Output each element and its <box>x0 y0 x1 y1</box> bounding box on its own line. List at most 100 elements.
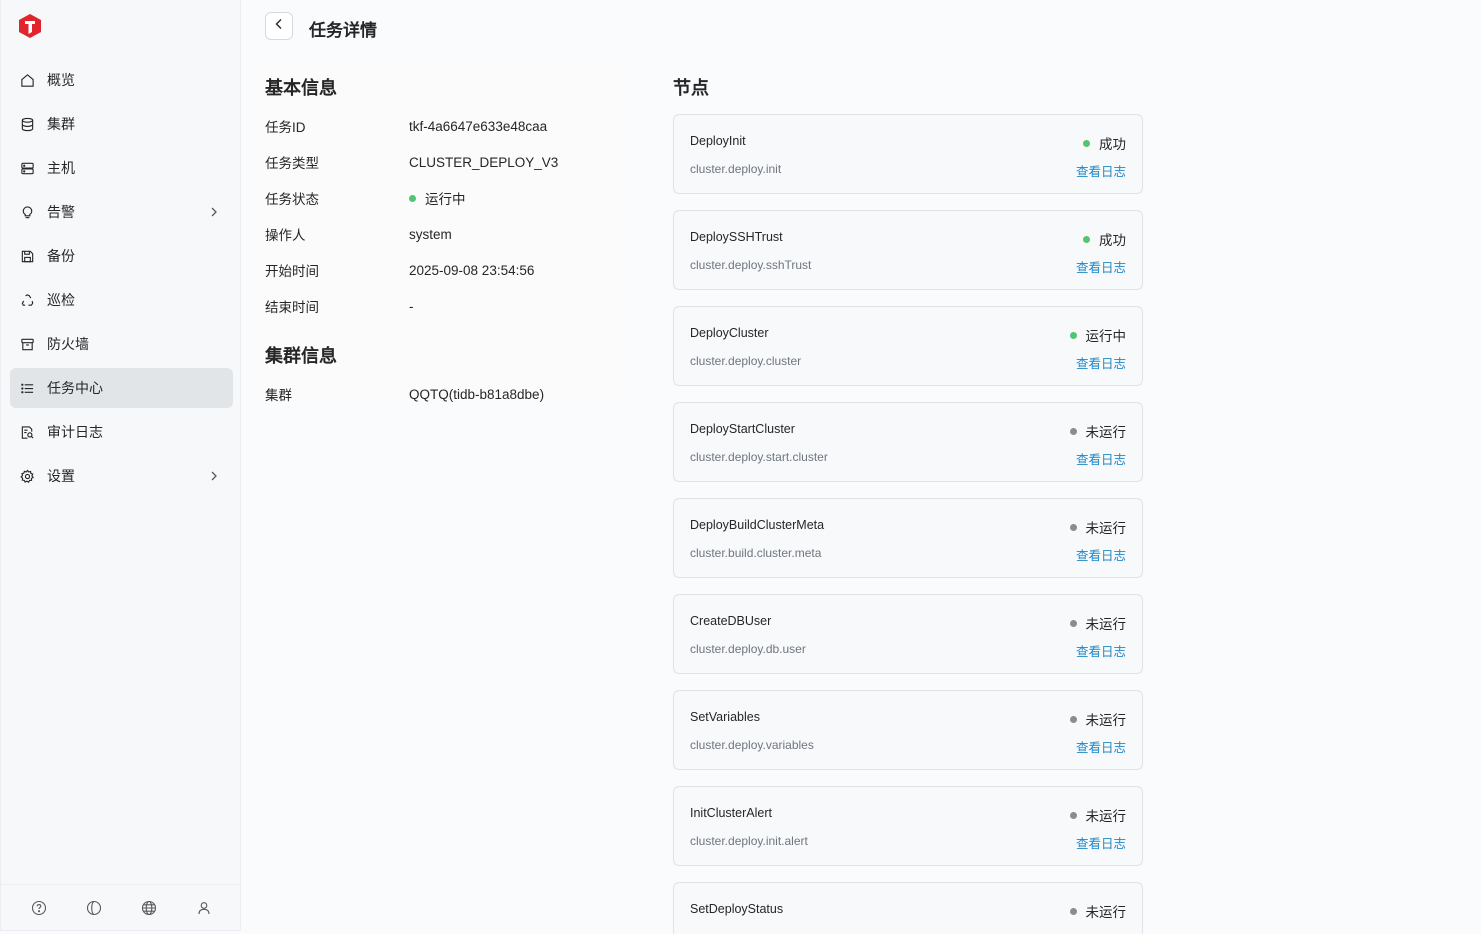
chevron-left-icon <box>272 17 286 36</box>
node-key: cluster.deploy.cluster <box>690 354 802 368</box>
info-value: - <box>409 298 414 314</box>
node-key: cluster.deploy.variables <box>690 738 814 752</box>
node-status: 未运行 <box>1069 709 1126 729</box>
info-label: 任务状态 <box>265 192 319 207</box>
status-dot <box>1069 811 1077 819</box>
sidebar-item-label: 任务中心 <box>47 380 103 396</box>
view-log-link[interactable]: 查看日志 <box>1076 449 1126 468</box>
sidebar-item-inspection[interactable]: 巡检 <box>10 280 233 320</box>
theme-icon[interactable] <box>86 900 102 916</box>
info-row-task-status: 任务状态 运行中 <box>265 188 466 208</box>
cluster-link[interactable]: QQTQ(tidb-b81a8dbe) <box>409 384 544 404</box>
node-status: 运行中 <box>1069 325 1127 345</box>
status-dot <box>409 194 416 202</box>
info-row-end-time: 结束时间 - <box>265 296 414 316</box>
node-card: DeployStartCluster cluster.deploy.start.… <box>673 402 1143 482</box>
sidebar-item-host[interactable]: 主机 <box>10 148 233 188</box>
info-value: CLUSTER_DEPLOY_V3 <box>409 154 559 170</box>
status-text: 运行中 <box>425 192 466 207</box>
info-label: 任务类型 <box>265 156 319 171</box>
sidebar-item-settings[interactable]: 设置 <box>10 456 233 496</box>
sidebar-item-label: 概览 <box>47 72 75 88</box>
sidebar-item-overview[interactable]: 概览 <box>10 60 233 100</box>
sidebar-item-task-center[interactable]: 任务中心 <box>10 368 233 408</box>
page-title: 任务详情 <box>309 21 377 40</box>
info-row-task-id: 任务ID tkf-4a6647e633e48caa <box>265 116 547 136</box>
node-name: DeployStartCluster <box>690 422 795 436</box>
view-log-link[interactable]: 查看日志 <box>1076 257 1126 276</box>
view-log-link[interactable]: 查看日志 <box>1076 353 1126 372</box>
home-icon <box>19 72 35 88</box>
status-dot <box>1069 907 1077 915</box>
sidebar-item-firewall[interactable]: 防火墙 <box>10 324 233 364</box>
status-dot <box>1069 715 1077 723</box>
app-logo[interactable] <box>18 13 42 39</box>
help-icon[interactable] <box>31 900 47 916</box>
info-label: 结束时间 <box>265 300 319 315</box>
status-dot <box>1069 331 1077 339</box>
sidebar-item-label: 巡检 <box>47 292 75 308</box>
status-text: 未运行 <box>1085 905 1127 920</box>
sidebar-item-label: 防火墙 <box>47 336 89 352</box>
node-name: CreateDBUser <box>690 614 772 628</box>
list-icon <box>19 380 35 396</box>
node-card: CreateDBUser cluster.deploy.db.user 未运行 … <box>673 594 1143 674</box>
save-icon <box>19 248 35 264</box>
info-row-start-time: 开始时间 2025-09-08 23:54:56 <box>265 260 534 280</box>
status-text: 未运行 <box>1085 617 1127 632</box>
status-badge: 运行中 <box>409 188 466 208</box>
node-status: 未运行 <box>1069 613 1127 633</box>
back-button[interactable] <box>265 12 293 40</box>
server-icon <box>19 160 35 176</box>
node-status: 未运行 <box>1069 517 1127 537</box>
sidebar-item-label: 集群 <box>47 116 75 132</box>
gear-icon <box>19 468 35 484</box>
globe-icon[interactable] <box>141 900 157 916</box>
sidebar-item-audit-log[interactable]: 审计日志 <box>10 412 233 452</box>
user-icon[interactable] <box>196 900 212 916</box>
node-name: DeploySSHTrust <box>690 230 783 244</box>
sidebar-item-alert[interactable]: 告警 <box>10 192 233 232</box>
sidebar-item-backup[interactable]: 备份 <box>10 236 233 276</box>
status-text: 运行中 <box>1085 329 1127 344</box>
info-label: 操作人 <box>265 228 306 243</box>
chevron-right-icon <box>207 469 221 483</box>
node-card: DeployCluster cluster.deploy.cluster 运行中… <box>673 306 1143 386</box>
view-log-link[interactable]: 查看日志 <box>1076 641 1126 660</box>
view-log-link[interactable]: 查看日志 <box>1076 737 1126 756</box>
node-status: 未运行 <box>1069 901 1127 921</box>
sidebar-footer <box>1 884 241 930</box>
database-icon <box>19 116 35 132</box>
node-key: cluster.deploy.start.cluster <box>690 450 828 464</box>
node-status: 成功 <box>1083 229 1126 249</box>
info-value: 2025-09-08 23:54:56 <box>409 262 535 278</box>
node-name: DeployBuildClusterMeta <box>690 518 825 532</box>
recycle-icon <box>19 292 35 308</box>
status-text: 未运行 <box>1085 521 1127 536</box>
view-log-link[interactable]: 查看日志 <box>1076 545 1126 564</box>
node-card: SetVariables cluster.deploy.variables 未运… <box>673 690 1143 770</box>
status-dot <box>1069 619 1077 627</box>
cluster-info-title: 集群信息 <box>265 346 337 366</box>
node-key: cluster.deploy.sshTrust <box>690 258 812 272</box>
node-card: DeployBuildClusterMeta cluster.build.clu… <box>673 498 1143 578</box>
node-key: cluster.deploy.init.alert <box>690 834 808 848</box>
info-label: 开始时间 <box>265 264 319 279</box>
status-text: 成功 <box>1099 137 1126 152</box>
sidebar-item-cluster[interactable]: 集群 <box>10 104 233 144</box>
sidebar: 概览 集群 主机 告警 备份 巡检 防火墙 任务中心 审计日志 设置 <box>0 0 241 931</box>
info-row-cluster: 集群 QQTQ(tidb-b81a8dbe) <box>265 384 544 404</box>
nodes-title: 节点 <box>673 78 709 98</box>
node-name: DeployCluster <box>690 326 769 340</box>
node-card: DeploySSHTrust cluster.deploy.sshTrust 成… <box>673 210 1143 290</box>
status-dot <box>1083 139 1090 147</box>
file-search-icon <box>19 424 35 440</box>
sidebar-item-label: 设置 <box>47 468 75 484</box>
status-dot <box>1069 427 1077 435</box>
node-name: SetDeployStatus <box>690 902 784 916</box>
bulb-icon <box>19 204 35 220</box>
view-log-link[interactable]: 查看日志 <box>1076 833 1126 852</box>
status-dot <box>1069 523 1077 531</box>
info-value: tkf-4a6647e633e48caa <box>409 118 548 134</box>
view-log-link[interactable]: 查看日志 <box>1076 161 1126 180</box>
